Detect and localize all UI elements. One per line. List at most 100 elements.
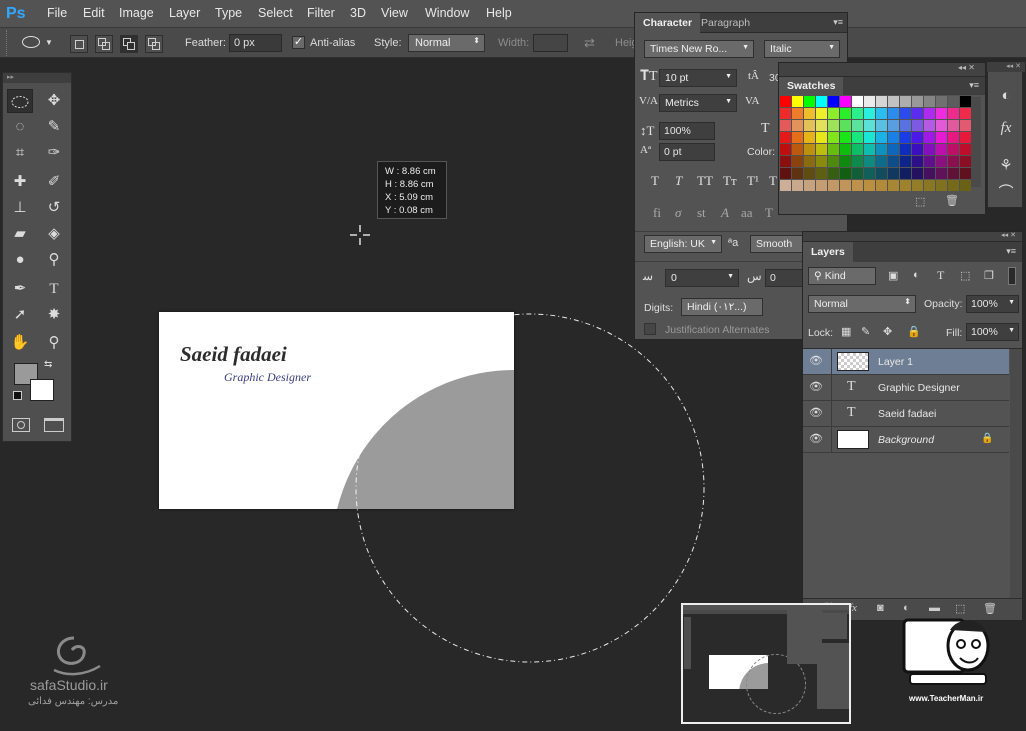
color-swatch[interactable] xyxy=(864,180,875,191)
opacity-field[interactable]: 100% ▼ xyxy=(966,295,1019,313)
spot-healing-tool-icon[interactable]: ✚ xyxy=(7,170,33,194)
filter-kind-select[interactable]: ⚲ Kind xyxy=(808,267,876,285)
tools-header[interactable]: ▸▸ xyxy=(3,73,71,83)
color-swatch[interactable] xyxy=(936,96,947,107)
color-swatch[interactable] xyxy=(948,144,959,155)
visibility-eye-icon[interactable]: 👁 xyxy=(809,356,823,367)
color-swatch[interactable] xyxy=(936,120,947,131)
color-swatch[interactable] xyxy=(888,168,899,179)
paths-icon[interactable]: ⌒ xyxy=(997,184,1015,202)
color-swatch[interactable] xyxy=(888,96,899,107)
color-swatch[interactable] xyxy=(816,108,827,119)
swap-icon[interactable]: ⇄ xyxy=(584,35,595,51)
path-selection-tool-icon[interactable]: ➚ xyxy=(7,303,33,327)
titling-icon[interactable]: aa xyxy=(741,205,753,221)
color-swatch[interactable] xyxy=(780,96,791,107)
color-swatch[interactable] xyxy=(804,168,815,179)
color-swatch[interactable] xyxy=(864,156,875,167)
color-swatch[interactable] xyxy=(804,132,815,143)
color-swatch[interactable] xyxy=(888,156,899,167)
menu-type[interactable]: Type xyxy=(215,6,242,20)
color-swatch[interactable] xyxy=(936,132,947,143)
zoom-tool-icon[interactable]: ⚲ xyxy=(41,331,67,355)
layer-mask-icon[interactable]: ◙ xyxy=(877,602,884,614)
custom-shape-tool-icon[interactable]: ✸ xyxy=(41,303,67,327)
menu-layer[interactable]: Layer xyxy=(169,6,200,20)
layer-row-background[interactable]: 👁 Background 🔒 xyxy=(803,427,1009,453)
color-swatch[interactable] xyxy=(948,132,959,143)
color-swatch[interactable] xyxy=(816,96,827,107)
color-swatch[interactable] xyxy=(948,180,959,191)
type-tool-icon[interactable]: T xyxy=(41,277,67,301)
color-swatch[interactable] xyxy=(960,120,971,131)
color-swatch[interactable] xyxy=(888,132,899,143)
trash-icon[interactable]: 🗑 xyxy=(945,194,959,207)
color-swatch[interactable] xyxy=(924,132,935,143)
color-swatch[interactable] xyxy=(876,168,887,179)
color-swatch[interactable] xyxy=(864,96,875,107)
color-swatch[interactable] xyxy=(816,120,827,131)
color-swatch[interactable] xyxy=(924,168,935,179)
color-swatch[interactable] xyxy=(852,168,863,179)
color-swatch[interactable] xyxy=(828,168,839,179)
color-swatch[interactable] xyxy=(876,108,887,119)
lock-position-icon[interactable]: ✥ xyxy=(883,325,892,338)
color-swatch[interactable] xyxy=(948,108,959,119)
arabic-field-2[interactable]: 0 xyxy=(765,269,805,287)
color-swatch[interactable] xyxy=(840,96,851,107)
color-swatch[interactable] xyxy=(900,180,911,191)
color-swatch[interactable] xyxy=(876,144,887,155)
filter-type-icon[interactable]: T xyxy=(937,268,944,283)
filter-adjustment-icon[interactable]: ◐ xyxy=(913,269,920,281)
color-swatch[interactable] xyxy=(792,132,803,143)
digits-select[interactable]: Hindi (٠١٢...) xyxy=(681,298,763,316)
color-swatch[interactable] xyxy=(960,144,971,155)
color-swatch[interactable] xyxy=(840,180,851,191)
color-swatch[interactable] xyxy=(852,180,863,191)
layers-scrollbar[interactable] xyxy=(1010,349,1022,599)
color-swatch[interactable] xyxy=(852,96,863,107)
brush-tool-icon[interactable]: ✐ xyxy=(41,170,67,194)
blend-mode-select[interactable]: Normal ⬍ xyxy=(808,295,916,313)
menu-filter[interactable]: Filter xyxy=(307,6,335,20)
color-swatch[interactable] xyxy=(792,168,803,179)
color-swatch[interactable] xyxy=(864,132,875,143)
visibility-eye-icon[interactable]: 👁 xyxy=(809,434,823,445)
antialias-select[interactable]: Smooth xyxy=(750,235,810,253)
color-swatch[interactable] xyxy=(900,156,911,167)
color-swatch[interactable] xyxy=(852,144,863,155)
default-colors-icon[interactable] xyxy=(13,391,22,400)
swatches-scrollbar[interactable] xyxy=(971,97,981,187)
color-swatch[interactable] xyxy=(876,120,887,131)
color-swatch[interactable] xyxy=(960,180,971,191)
color-swatch[interactable] xyxy=(828,180,839,191)
filter-toggle[interactable] xyxy=(1008,267,1016,285)
visibility-eye-icon[interactable]: 👁 xyxy=(809,408,823,419)
tab-paragraph[interactable]: Paragraph xyxy=(693,13,758,33)
color-swatch[interactable] xyxy=(924,96,935,107)
color-swatch[interactable] xyxy=(780,168,791,179)
color-swatch[interactable] xyxy=(912,120,923,131)
color-swatch[interactable] xyxy=(840,156,851,167)
color-swatch[interactable] xyxy=(804,156,815,167)
swap-colors-icon[interactable]: ⇆ xyxy=(44,359,52,370)
color-swatch[interactable] xyxy=(804,96,815,107)
faux-italic-icon[interactable]: T xyxy=(675,173,682,189)
color-swatch[interactable] xyxy=(900,168,911,179)
color-swatch[interactable] xyxy=(936,180,947,191)
clone-stamp-tool-icon[interactable]: ⊥ xyxy=(7,196,33,220)
lasso-tool-icon[interactable]: ◌ xyxy=(7,115,33,139)
lock-image-icon[interactable]: ✎ xyxy=(861,325,870,338)
color-swatch[interactable] xyxy=(828,120,839,131)
dock-header[interactable]: ◂◂ ✕ xyxy=(987,62,1025,72)
filter-smartobject-icon[interactable]: ❐ xyxy=(984,269,994,282)
color-swatch[interactable] xyxy=(864,120,875,131)
color-swatch[interactable] xyxy=(924,180,935,191)
stylistic-icon[interactable]: st xyxy=(697,205,706,221)
color-swatch[interactable] xyxy=(792,96,803,107)
paint-bucket-tool-icon[interactable]: ◈ xyxy=(41,222,67,246)
color-swatch[interactable] xyxy=(876,96,887,107)
filter-pixel-icon[interactable]: ▣ xyxy=(888,269,898,282)
color-swatch[interactable] xyxy=(936,144,947,155)
options-grip[interactable] xyxy=(6,30,10,56)
